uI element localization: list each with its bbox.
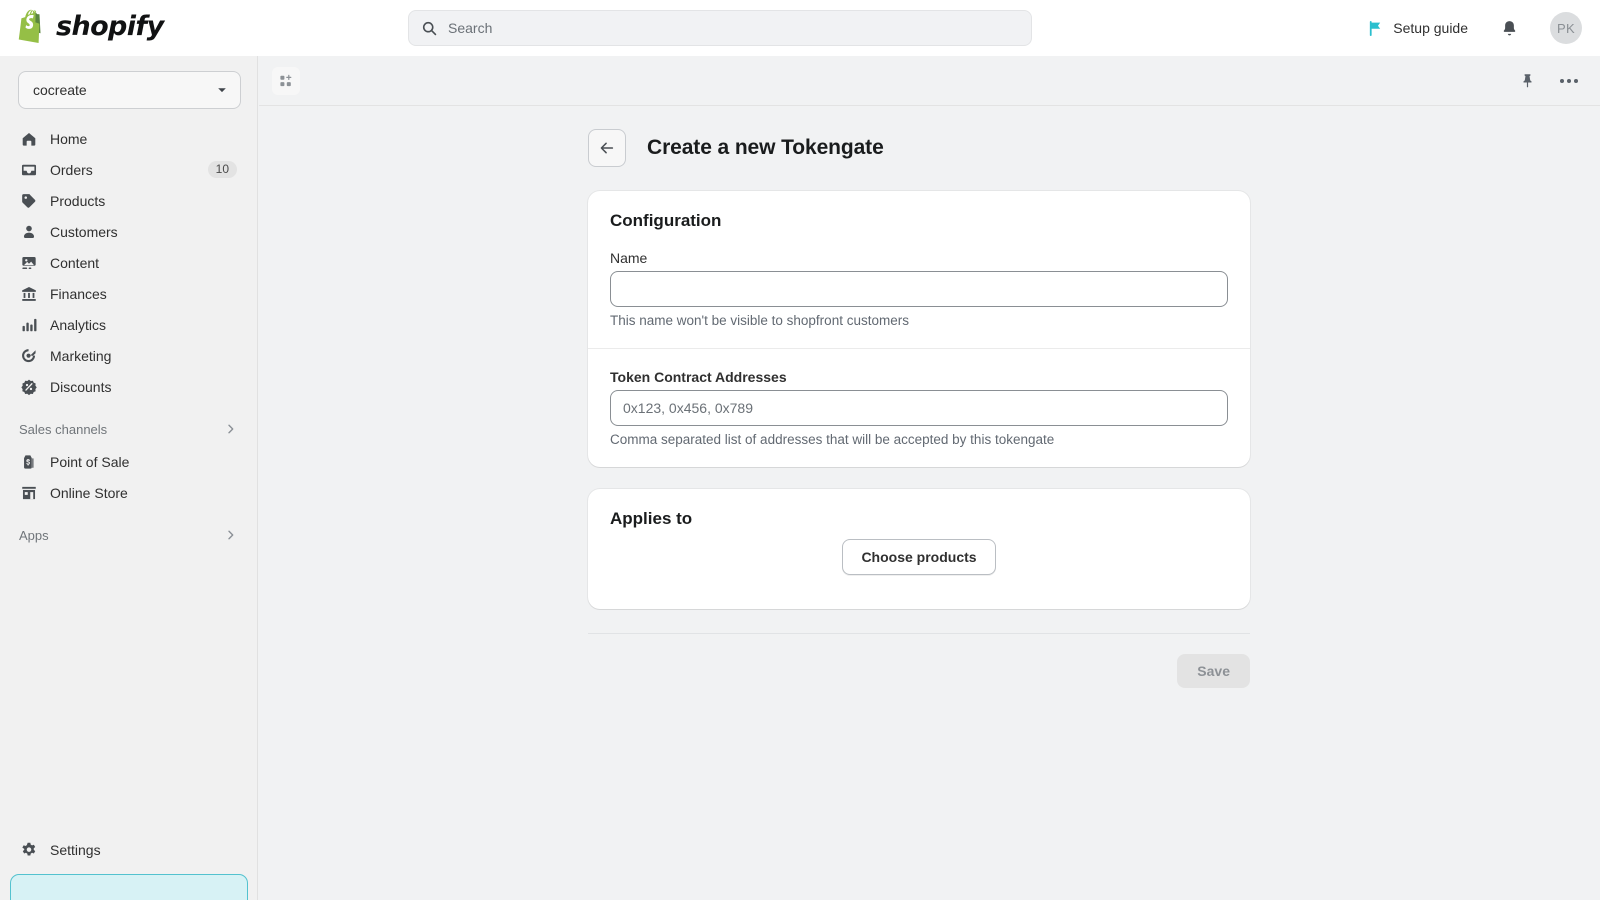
sidebar-section-label: Apps [19,528,49,543]
sidebar-item-analytics[interactable]: Analytics [10,309,247,340]
content-image-icon [19,253,39,273]
megaphone-target-icon [19,346,39,366]
sidebar-section-label: Sales channels [19,422,107,437]
bank-icon [19,284,39,304]
sidebar-item-label: Finances [50,286,237,302]
sidebar-item-marketing[interactable]: Marketing [10,340,247,371]
store-switcher[interactable]: cocreate [18,71,241,109]
sidebar-item-home[interactable]: Home [10,123,247,154]
sidebar-item-label: Point of Sale [50,454,237,470]
sidebar-item-label: Products [50,193,237,209]
point-of-sale-icon [19,452,39,472]
shopify-logo[interactable]: shopify [18,9,164,43]
footer-actions: Save [588,654,1250,688]
choose-products-button[interactable]: Choose products [842,539,995,575]
top-bar: shopify Search Setup guide PK [0,0,1600,56]
app-grid-plus-icon[interactable] [272,67,300,95]
save-button[interactable]: Save [1177,654,1250,688]
configuration-card: Configuration Name This name won't be vi… [588,191,1250,467]
chevron-right-icon [225,529,237,541]
person-icon [19,222,39,242]
arrow-left-icon [598,139,616,157]
configuration-card-title: Configuration [610,211,1228,231]
sidebar: cocreate Home Orders 10 Products [0,56,258,900]
sidebar-item-label: Analytics [50,317,237,333]
sidebar-sales-channels-list: Point of Sale Online Store [0,446,257,508]
sidebar-item-label: Discounts [50,379,237,395]
sidebar-item-orders[interactable]: Orders 10 [10,154,247,185]
shopify-wordmark: shopify [56,11,164,42]
sidebar-item-label: Customers [50,224,237,240]
sidebar-item-point-of-sale[interactable]: Point of Sale [10,446,247,477]
sidebar-item-label: Online Store [50,485,237,501]
page-header: Create a new Tokengate [588,129,1600,167]
sidebar-item-customers[interactable]: Customers [10,216,247,247]
sidebar-item-label: Content [50,255,237,271]
sidebar-section-apps[interactable]: Apps [10,520,247,550]
token-field-help: Comma separated list of addresses that w… [610,432,1228,447]
sidebar-item-online-store[interactable]: Online Store [10,477,247,508]
configuration-name-section: Configuration Name This name won't be vi… [588,191,1250,349]
sidebar-item-settings[interactable]: Settings [10,834,248,866]
sidebar-item-finances[interactable]: Finances [10,278,247,309]
bar-chart-icon [19,315,39,335]
applies-to-card-title: Applies to [610,509,1228,529]
avatar-initials: PK [1557,21,1575,36]
sidebar-item-content[interactable]: Content [10,247,247,278]
avatar[interactable]: PK [1550,12,1582,44]
name-input[interactable] [610,271,1228,307]
orders-inbox-icon [19,160,39,180]
more-dots [1560,79,1578,83]
app-context-bar [259,56,1600,106]
gear-icon [19,840,39,860]
search-input[interactable]: Search [408,10,1032,46]
main-content: Create a new Tokengate Configuration Nam… [259,107,1600,900]
token-contract-addresses-input[interactable] [610,390,1228,426]
configuration-token-section: Token Contract Addresses Comma separated… [588,349,1250,467]
orders-badge: 10 [208,161,237,178]
name-field-help: This name won't be visible to shopfront … [610,313,1228,328]
search-placeholder: Search [448,20,492,36]
store-name: cocreate [33,82,87,98]
more-horizontal-icon[interactable] [1556,68,1582,94]
sidebar-item-label: Orders [50,162,197,178]
sidebar-bottom-callout[interactable] [10,874,248,900]
setup-guide-label: Setup guide [1393,20,1468,36]
sidebar-item-discounts[interactable]: Discounts [10,371,247,402]
bell-icon [1500,19,1519,38]
applies-to-body: Choose products [588,535,1250,609]
sidebar-item-label: Home [50,131,237,147]
sidebar-item-products[interactable]: Products [10,185,247,216]
discount-percent-icon [19,377,39,397]
sidebar-nav: Home Orders 10 Products Customers [0,123,257,402]
tag-icon [19,191,39,211]
applies-to-card: Applies to Choose products [588,489,1250,609]
chevron-down-icon [216,84,228,96]
shopify-bag-icon [18,9,48,43]
settings-label: Settings [50,842,101,858]
token-field-label: Token Contract Addresses [610,369,1228,385]
setup-guide-button[interactable]: Setup guide [1357,13,1478,44]
app-context-bar-actions [1514,68,1582,94]
top-bar-actions: Setup guide PK [1357,0,1582,56]
applies-to-header: Applies to [588,489,1250,535]
search-icon [421,20,438,37]
notifications-button[interactable] [1492,11,1526,45]
flag-icon [1367,20,1384,37]
storefront-icon [19,483,39,503]
sidebar-section-sales-channels[interactable]: Sales channels [10,414,247,444]
sidebar-item-label: Marketing [50,348,237,364]
name-field-label: Name [610,250,1228,266]
home-icon [19,129,39,149]
back-button[interactable] [588,129,626,167]
pin-icon[interactable] [1514,68,1540,94]
chevron-right-icon [225,423,237,435]
page-title: Create a new Tokengate [647,136,884,160]
footer-divider [588,633,1250,634]
